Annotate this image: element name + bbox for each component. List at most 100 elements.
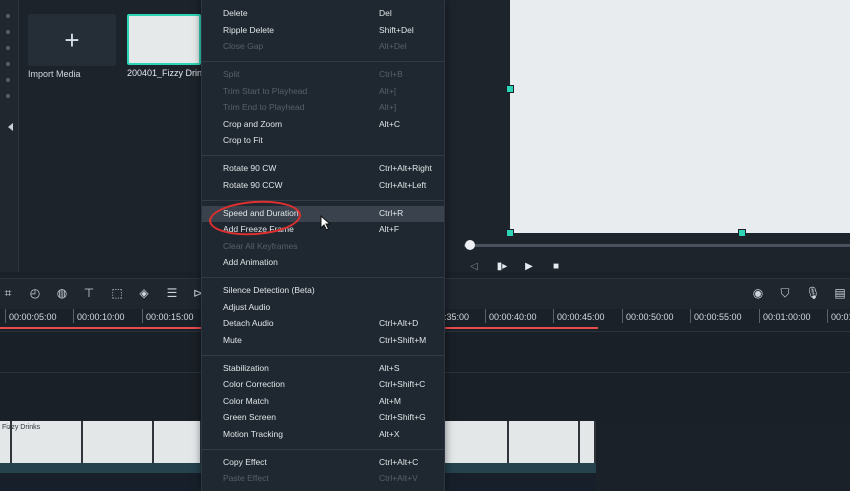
crop-icon[interactable]: ⌗ [0, 282, 19, 304]
seek-bar[interactable] [464, 244, 850, 247]
menu-item-shortcut: Ctrl+Shift+M [379, 335, 427, 345]
ruler-tick: 00:00:15:00 [146, 312, 194, 322]
menu-item-delete[interactable]: Delete Del [202, 6, 444, 22]
voiceover-icon[interactable]: ▤ [829, 282, 850, 304]
menu-item-label: Copy Effect [223, 457, 267, 467]
menu-item-shortcut: Del [379, 8, 392, 18]
menu-item-mute[interactable]: Mute Ctrl+Shift+M [202, 333, 444, 349]
resize-handle[interactable] [738, 229, 746, 237]
menu-item-shortcut: Ctrl+Alt+V [379, 473, 418, 483]
menu-item-green-screen[interactable]: Green Screen Ctrl+Shift+G [202, 410, 444, 426]
rail-dot [6, 30, 10, 34]
menu-item-motion-tracking[interactable]: Motion Tracking Alt+X [202, 427, 444, 443]
menu-item-shortcut: Alt+F [379, 224, 400, 234]
menu-item-shortcut: Alt+M [379, 396, 401, 406]
menu-item-clear-keyframes[interactable]: Clear All Keyframes [202, 239, 444, 255]
menu-item-shortcut: Shift+Del [379, 25, 414, 35]
import-media-button[interactable]: + [28, 14, 116, 66]
media-clip-thumbnail[interactable] [127, 14, 201, 65]
menu-item-paste-effect[interactable]: Paste Effect Ctrl+Alt+V [202, 471, 444, 487]
menu-separator [202, 61, 444, 62]
menu-item-ripple-delete[interactable]: Ripple Delete Shift+Del [202, 23, 444, 39]
menu-item-shortcut: Ctrl+Alt+Right [379, 163, 432, 173]
menu-item-label: Add Animation [223, 257, 278, 267]
menu-item-label: Split [223, 69, 240, 79]
menu-separator [202, 449, 444, 450]
clip-frame [443, 421, 509, 463]
mic-icon[interactable]: 🎙 [802, 282, 824, 304]
menu-item-silence-detection[interactable]: Silence Detection (Beta) [202, 283, 444, 299]
ruler-tick-line [690, 309, 691, 323]
menu-item-label: Detach Audio [223, 318, 274, 328]
keyframe-icon[interactable]: ◈ [133, 282, 155, 304]
menu-item-label: Close Gap [223, 41, 264, 51]
timeline-clip-name: Fizzy Drinks [2, 424, 41, 431]
menu-item-detach-audio[interactable]: Detach Audio Ctrl+Alt+D [202, 316, 444, 332]
menu-item-trim-end[interactable]: Trim End to Playhead Alt+] [202, 100, 444, 116]
menu-item-copy-effect[interactable]: Copy Effect Ctrl+Alt+C [202, 455, 444, 471]
stop-icon[interactable]: ■ [546, 256, 566, 278]
menu-item-label: Color Match [223, 396, 269, 406]
menu-item-label: Crop to Fit [223, 135, 263, 145]
menu-item-shortcut: Ctrl+Alt+Left [379, 180, 427, 190]
menu-item-close-gap[interactable]: Close Gap Alt+Del [202, 39, 444, 55]
menu-item-label: Crop and Zoom [223, 119, 283, 129]
ruler-tick-line [5, 309, 6, 323]
collapse-arrow-icon[interactable] [8, 123, 13, 131]
green-screen-icon[interactable]: ⊤ [78, 282, 100, 304]
render-icon[interactable]: ◉ [747, 282, 769, 304]
menu-item-color-correction[interactable]: Color Correction Ctrl+Shift+C [202, 377, 444, 393]
step-back-icon[interactable]: ◁ [464, 256, 484, 278]
menu-item-shortcut: Ctrl+Alt+D [379, 318, 419, 328]
menu-item-label: Stabilization [223, 363, 269, 373]
menu-item-shortcut: Ctrl+R [379, 208, 404, 218]
menu-separator [202, 200, 444, 201]
menu-item-label: Mute [223, 335, 242, 345]
color-icon[interactable]: ◍ [51, 282, 73, 304]
menu-item-shortcut: Alt+S [379, 363, 400, 373]
ruler-tick: 00:00:50:00 [626, 312, 674, 322]
menu-item-color-match[interactable]: Color Match Alt+M [202, 394, 444, 410]
marker-icon[interactable]: ⛉ [774, 282, 796, 304]
context-menu: Delete Del Ripple Delete Shift+Del Close… [201, 0, 445, 491]
ruler-tick: 00:00:55:00 [694, 312, 742, 322]
menu-item-label: Trim Start to Playhead [223, 86, 308, 96]
ruler-tick-line [622, 309, 623, 323]
audio-mixer-icon[interactable]: ☰ [161, 282, 183, 304]
menu-item-adjust-audio[interactable]: Adjust Audio [202, 300, 444, 316]
menu-item-shortcut: Ctrl+Shift+G [379, 412, 426, 422]
clip-frame [580, 421, 596, 463]
ruler-tick-line [142, 309, 143, 323]
play-frame-icon[interactable]: ▮▸ [492, 256, 512, 278]
menu-separator [202, 355, 444, 356]
preview-canvas[interactable] [506, 0, 850, 237]
menu-separator [202, 277, 444, 278]
menu-item-trim-start[interactable]: Trim Start to Playhead Alt+[ [202, 84, 444, 100]
seek-knob[interactable] [465, 240, 475, 250]
motion-icon[interactable]: ⬚ [106, 282, 128, 304]
menu-item-label: Delete [223, 8, 248, 18]
menu-item-split[interactable]: Split Ctrl+B [202, 67, 444, 83]
menu-item-crop-to-fit[interactable]: Crop to Fit [202, 133, 444, 149]
menu-item-label: Paste Effect [223, 473, 269, 483]
menu-item-label: Green Screen [223, 412, 276, 422]
menu-item-rotate-ccw[interactable]: Rotate 90 CCW Ctrl+Alt+Left [202, 178, 444, 194]
resize-handle[interactable] [506, 229, 514, 237]
menu-item-label: Adjust Audio [223, 302, 271, 312]
ruler-tick: 00:00:45:00 [557, 312, 605, 322]
menu-item-stabilization[interactable]: Stabilization Alt+S [202, 361, 444, 377]
menu-item-crop-and-zoom[interactable]: Crop and Zoom Alt+C [202, 117, 444, 133]
menu-item-add-animation[interactable]: Add Animation [202, 255, 444, 271]
menu-item-shortcut: Alt+] [379, 102, 397, 112]
play-icon[interactable]: ▶ [519, 256, 539, 278]
menu-item-rotate-cw[interactable]: Rotate 90 CW Ctrl+Alt+Right [202, 161, 444, 177]
resize-handle[interactable] [506, 85, 514, 93]
mouse-cursor-icon [320, 215, 332, 231]
menu-item-shortcut: Ctrl+B [379, 69, 403, 79]
menu-item-label: Trim End to Playhead [223, 102, 305, 112]
ruler-tick: :35:00 [444, 312, 470, 322]
speed-icon[interactable]: ◴ [24, 282, 46, 304]
ruler-tick: 00:00:05:00 [9, 312, 57, 322]
clip-frame [154, 421, 202, 463]
menu-item-shortcut: Ctrl+Alt+C [379, 457, 419, 467]
